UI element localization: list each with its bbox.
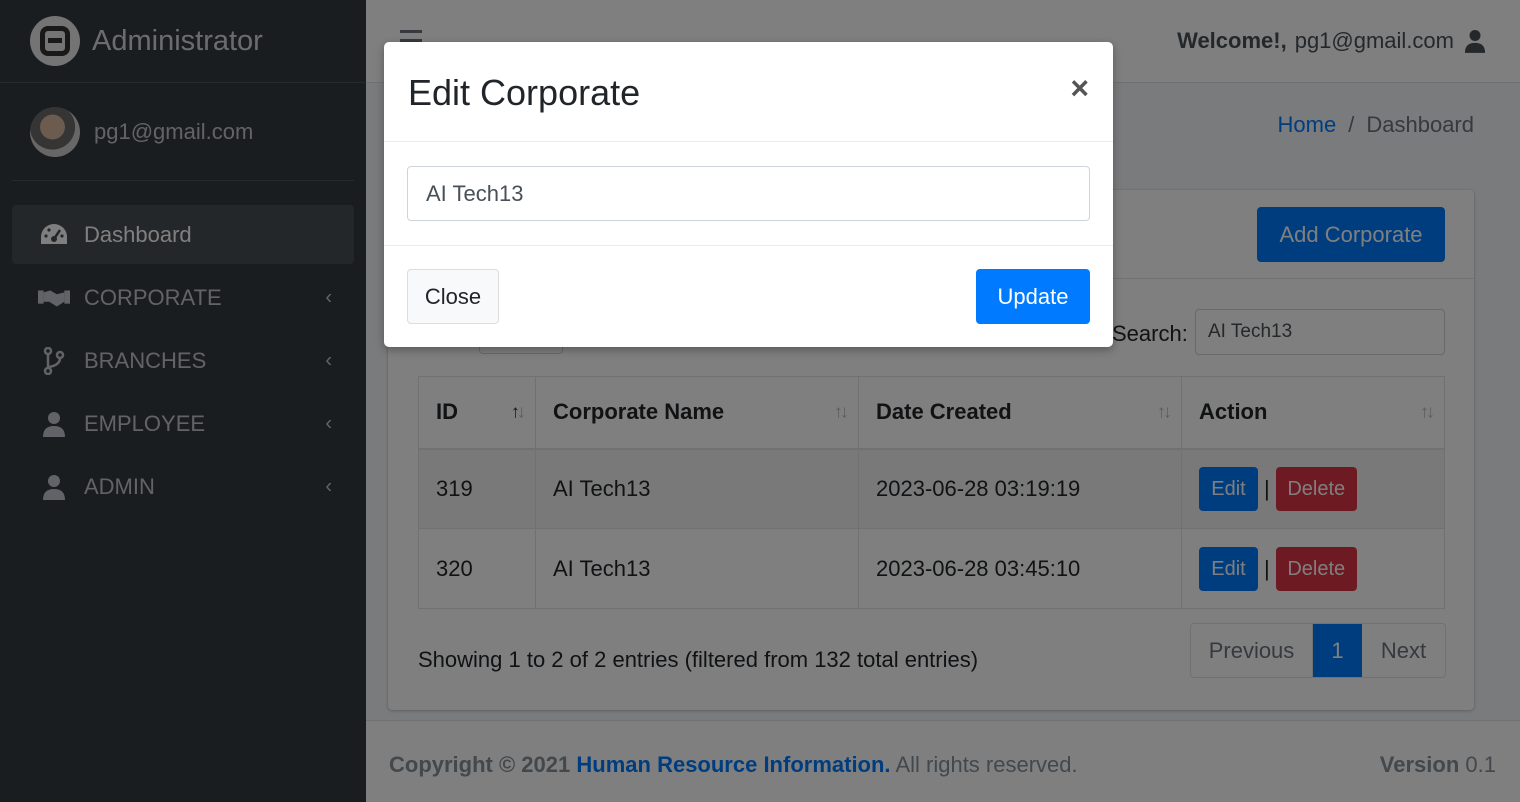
corporate-name-input[interactable] [407, 166, 1090, 221]
update-button[interactable]: Update [976, 269, 1090, 324]
modal-title: Edit Corporate [408, 72, 641, 113]
modal-body [384, 142, 1113, 246]
close-icon[interactable]: × [1070, 70, 1089, 107]
modal-header: Edit Corporate × [384, 42, 1113, 142]
close-button[interactable]: Close [407, 269, 499, 324]
modal-footer: Close Update [384, 246, 1113, 346]
edit-corporate-modal: Edit Corporate × Close Update [384, 42, 1113, 347]
